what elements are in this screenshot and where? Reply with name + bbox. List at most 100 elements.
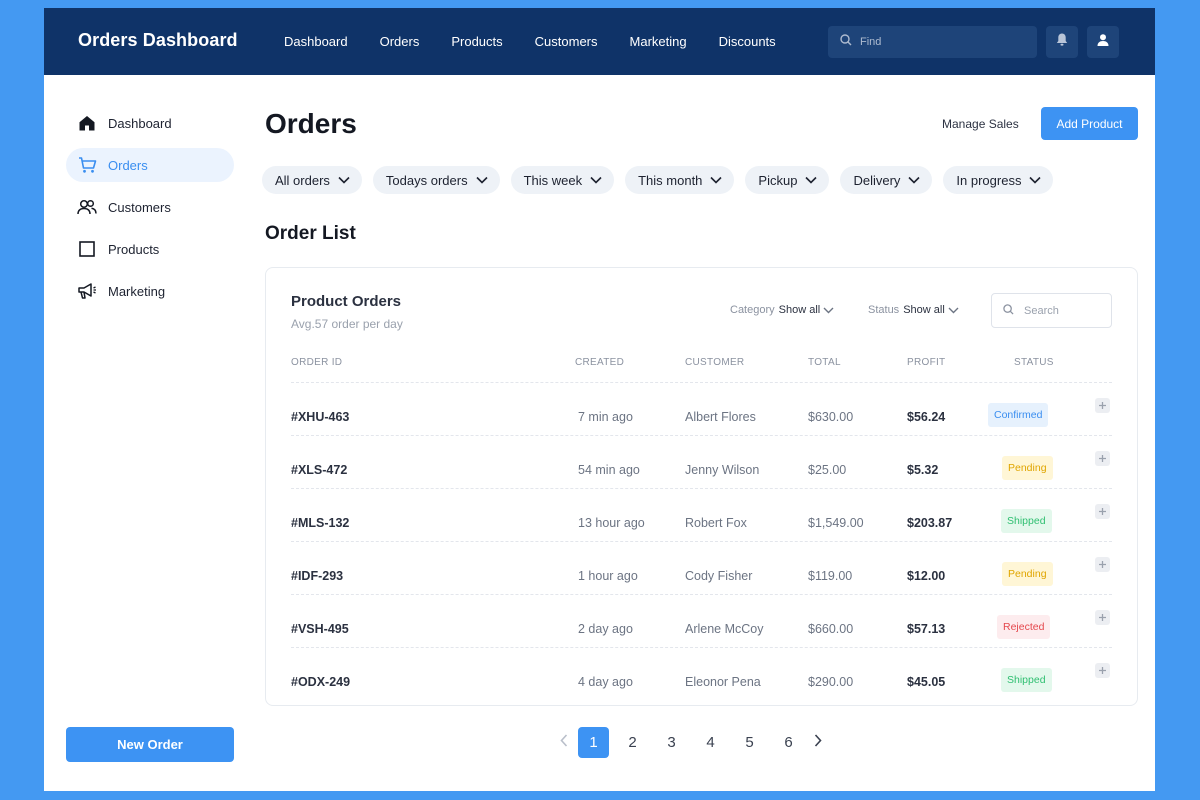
- sidebar-item-marketing[interactable]: Marketing: [66, 274, 234, 308]
- total-cell: $630.00: [808, 410, 854, 424]
- chevron-down-icon: [823, 307, 834, 314]
- column-header-status[interactable]: STATUS: [1014, 357, 1054, 368]
- category-filter-value: Show all: [778, 304, 821, 316]
- previous-page-button[interactable]: [554, 727, 574, 758]
- chevron-down-icon: [948, 307, 959, 314]
- expand-row-button[interactable]: [1095, 398, 1110, 413]
- column-header-total[interactable]: TOTAL: [808, 357, 841, 368]
- sidebar-item-products[interactable]: Products: [66, 232, 234, 266]
- chevron-right-icon: [814, 733, 822, 752]
- section-title: Order List: [265, 223, 356, 244]
- filter-all-orders[interactable]: All orders: [262, 166, 362, 194]
- filter-todays-orders[interactable]: Todays orders: [372, 166, 500, 194]
- order-id-cell: #MLS-132: [291, 516, 350, 530]
- plus-icon: [1098, 609, 1107, 627]
- customer-cell: Cody Fisher: [685, 569, 753, 583]
- profile-button[interactable]: [1087, 26, 1119, 58]
- status-badge: Shipped: [1001, 668, 1052, 692]
- sidebar: Dashboard Orders Customers Products Mark…: [66, 106, 234, 316]
- profit-cell: $203.87: [907, 516, 953, 530]
- profit-cell: $57.13: [907, 622, 946, 636]
- table-row[interactable]: #MLS-132 13 hour ago Robert Fox $1,549.00 $2…: [291, 488, 1112, 541]
- total-cell: $1,549.00: [808, 516, 864, 530]
- top-navigation: Dashboard Orders Products Customers Mark…: [284, 34, 808, 49]
- status-filter[interactable]: Status Show all: [868, 304, 959, 316]
- filter-label: In progress: [956, 172, 1022, 188]
- order-id-cell: #IDF-293: [291, 569, 344, 583]
- column-header-profit[interactable]: PROFIT: [907, 357, 945, 368]
- page-5-button[interactable]: 5: [734, 727, 765, 758]
- topnav-dashboard[interactable]: Dashboard: [284, 34, 348, 49]
- page-2-button[interactable]: 2: [617, 727, 648, 758]
- created-cell: 7 min ago: [578, 410, 633, 424]
- manage-sales-link[interactable]: Manage Sales: [942, 117, 1019, 131]
- topnav-discounts[interactable]: Discounts: [719, 34, 776, 49]
- filter-label: All orders: [275, 172, 330, 188]
- sidebar-item-orders[interactable]: Orders: [66, 148, 234, 182]
- find-input[interactable]: [860, 36, 1020, 48]
- table-row[interactable]: #XLS-472 54 min ago Jenny Wilson $25.00 $5.3…: [291, 435, 1112, 488]
- order-id-cell: #XHU-463: [291, 410, 350, 424]
- column-header-order-id[interactable]: ORDER ID: [291, 357, 342, 368]
- add-product-button[interactable]: Add Product: [1041, 107, 1138, 140]
- table-row[interactable]: #ODX-249 4 day ago Eleonor Pena $290.00 $45.…: [291, 647, 1112, 700]
- filter-this-month[interactable]: This month: [625, 166, 735, 194]
- users-icon: [77, 197, 97, 217]
- bell-icon: [1055, 32, 1069, 52]
- status-filter-label: Status: [868, 304, 900, 316]
- profit-cell: $45.05: [907, 675, 946, 689]
- filter-label: This week: [523, 172, 583, 188]
- orders-search-input[interactable]: [1024, 304, 1104, 317]
- customer-cell: Albert Flores: [685, 410, 756, 424]
- new-order-button[interactable]: New Order: [66, 727, 234, 762]
- expand-row-button[interactable]: [1095, 663, 1110, 678]
- chevron-left-icon: [560, 733, 568, 752]
- expand-row-button[interactable]: [1095, 451, 1110, 466]
- created-cell: 2 day ago: [578, 622, 633, 636]
- topnav-customers[interactable]: Customers: [535, 34, 598, 49]
- table-row[interactable]: #VSH-495 2 day ago Arlene McCoy $660.00 $57.…: [291, 594, 1112, 647]
- next-page-button[interactable]: [808, 727, 828, 758]
- topnav-products[interactable]: Products: [451, 34, 502, 49]
- status-badge: Rejected: [997, 615, 1051, 639]
- plus-icon: [1098, 662, 1107, 680]
- sidebar-item-label: Products: [108, 241, 160, 257]
- table-row[interactable]: #IDF-293 1 hour ago Cody Fisher $119.00 $12.…: [291, 541, 1112, 594]
- page-1-button[interactable]: 1: [578, 727, 609, 758]
- status-badge: Pending: [1002, 456, 1053, 480]
- expand-row-button[interactable]: [1095, 504, 1110, 519]
- column-header-created[interactable]: CREATED: [575, 357, 624, 368]
- filter-in-progress[interactable]: In progress: [943, 166, 1054, 194]
- category-filter-label: Category: [730, 304, 775, 316]
- topnav-marketing[interactable]: Marketing: [630, 34, 687, 49]
- status-badge: Shipped: [1001, 509, 1052, 533]
- sidebar-item-customers[interactable]: Customers: [66, 190, 234, 224]
- plus-icon: [1098, 556, 1107, 574]
- page-4-button[interactable]: 4: [695, 727, 726, 758]
- filter-pickup[interactable]: Pickup: [745, 166, 830, 194]
- orders-table: #XHU-463 7 min ago Albert Flores $630.00 $56…: [291, 382, 1112, 700]
- expand-row-button[interactable]: [1095, 557, 1110, 572]
- table-row[interactable]: #XHU-463 7 min ago Albert Flores $630.00 $56…: [291, 382, 1112, 435]
- page-6-button[interactable]: 6: [773, 727, 804, 758]
- category-filter[interactable]: Category Show all: [730, 304, 834, 316]
- column-header-customer[interactable]: CUSTOMER: [685, 357, 744, 368]
- chevron-down-icon: [590, 176, 602, 184]
- filter-label: Delivery: [853, 172, 901, 188]
- page-3-button[interactable]: 3: [656, 727, 687, 758]
- customer-cell: Jenny Wilson: [685, 463, 760, 477]
- filter-delivery[interactable]: Delivery: [840, 166, 933, 194]
- topnav-orders[interactable]: Orders: [380, 34, 420, 49]
- chevron-down-icon: [908, 176, 920, 184]
- total-cell: $660.00: [808, 622, 854, 636]
- notifications-button[interactable]: [1046, 26, 1078, 58]
- expand-row-button[interactable]: [1095, 610, 1110, 625]
- page-title: Orders: [265, 108, 357, 139]
- created-cell: 1 hour ago: [578, 569, 638, 583]
- card-search-box: [991, 293, 1112, 328]
- filter-this-week[interactable]: This week: [510, 166, 615, 194]
- cart-icon: [77, 155, 97, 175]
- search-icon: [1003, 302, 1014, 320]
- sidebar-item-dashboard[interactable]: Dashboard: [66, 106, 234, 140]
- app-window: Orders Dashboard Dashboard Orders Produc…: [44, 8, 1155, 791]
